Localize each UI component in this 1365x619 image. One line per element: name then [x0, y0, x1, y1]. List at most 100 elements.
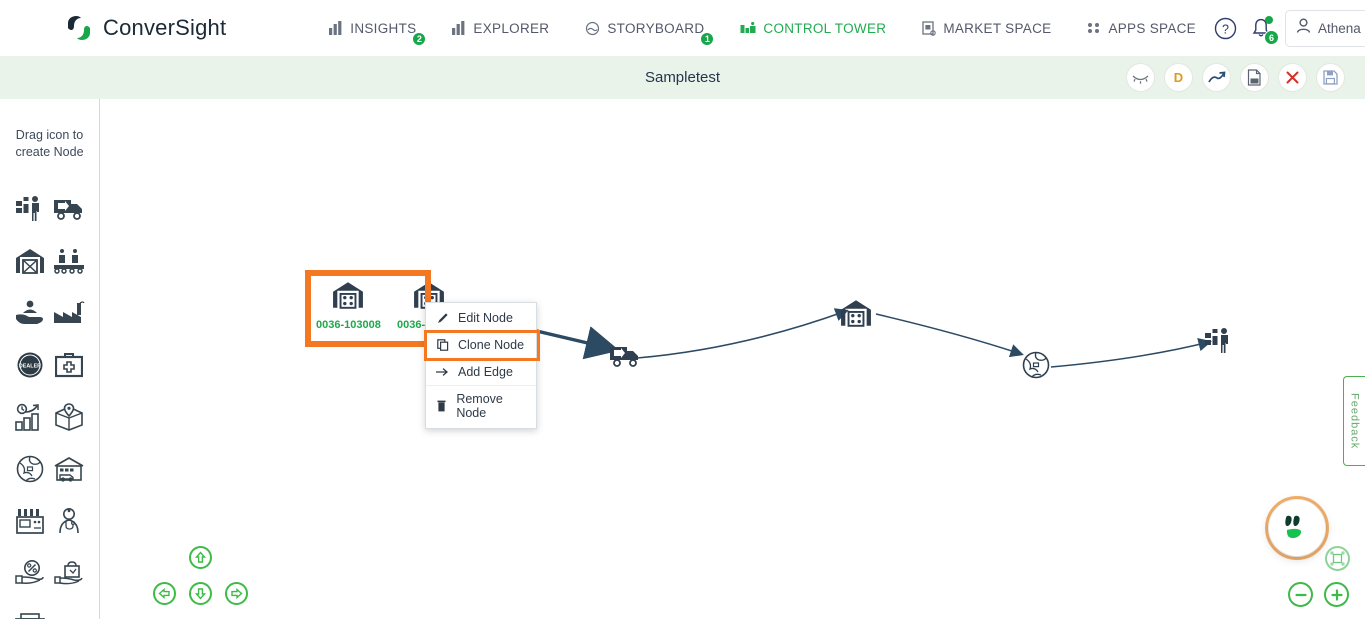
- nav-item-insights[interactable]: INSIGHTS 2: [311, 0, 434, 56]
- brand-logo[interactable]: ConverSight: [64, 13, 226, 43]
- edge: [875, 313, 1024, 358]
- edge: [1050, 337, 1212, 368]
- application-root: ConverSight INSIGHTS 2 EXPLORER STORYBOA…: [0, 0, 1365, 619]
- close-x-icon[interactable]: [1278, 63, 1307, 92]
- nav-item-control-tower[interactable]: CONTROL TOWER: [722, 0, 904, 56]
- page-title: Sampletest: [644, 69, 721, 86]
- nav-label: STORYBOARD: [607, 20, 705, 36]
- node-palette-sidebar: Drag icon to create Node DEALER: [0, 99, 100, 619]
- pan-left-icon[interactable]: [153, 582, 176, 605]
- nav-label: EXPLORER: [473, 20, 550, 36]
- subheader-toolbar: D: [1126, 63, 1345, 92]
- worker-boxes-icon[interactable]: [14, 193, 46, 225]
- edge: [636, 308, 849, 359]
- palette-row: DEALER: [0, 339, 99, 391]
- workspace-subheader: Sampletest D: [0, 56, 1365, 99]
- nav-item-apps-space[interactable]: APPS SPACE: [1069, 0, 1214, 56]
- assistant-avatar-icon[interactable]: [1269, 500, 1325, 556]
- context-menu-label: Edit Node: [458, 311, 513, 325]
- zoom-in-icon[interactable]: [1324, 582, 1349, 607]
- grid-dots-icon: [1087, 21, 1101, 35]
- help-circle-icon[interactable]: ?: [1214, 17, 1237, 40]
- distribution-center-icon[interactable]: [53, 453, 85, 485]
- zoom-out-icon[interactable]: [1288, 582, 1313, 607]
- doctor-icon[interactable]: [53, 505, 85, 537]
- nav-item-market-space[interactable]: MARKET SPACE: [904, 0, 1069, 56]
- bell-icon[interactable]: 6: [1251, 16, 1279, 45]
- graph-node-warehouse-1[interactable]: 0036-103008: [316, 281, 381, 331]
- graph-node-globe[interactable]: [1022, 351, 1050, 384]
- hide-icon[interactable]: [1126, 63, 1155, 92]
- fit-to-screen-icon[interactable]: [1325, 546, 1350, 571]
- control-panel-icon[interactable]: [14, 505, 46, 537]
- node-label: 0036-103008: [316, 319, 381, 331]
- globe-network-icon: [1022, 351, 1050, 384]
- user-menu-chip[interactable]: Athena: [1285, 9, 1365, 47]
- bar-chart-icon: [329, 21, 343, 35]
- context-menu-item-edit-node[interactable]: Edit Node: [426, 305, 536, 332]
- pdf-export-icon[interactable]: [1240, 63, 1269, 92]
- palette-icon-placeholder: [53, 609, 85, 619]
- palette-row: [0, 547, 99, 599]
- pencil-icon: [436, 312, 449, 324]
- save-disk-icon[interactable]: [1316, 63, 1345, 92]
- context-menu-label: Remove Node: [456, 392, 503, 420]
- printer-icon[interactable]: [14, 609, 46, 619]
- palette-row: [0, 443, 99, 495]
- svg-text:?: ?: [1222, 22, 1229, 36]
- nav-right-group: ? 6 Athena: [1214, 9, 1365, 47]
- flow-canvas[interactable]: 0036-103008 0036-103009: [101, 99, 1365, 619]
- discover-d-label: D: [1173, 70, 1184, 85]
- discount-hand-icon[interactable]: [14, 557, 46, 589]
- shopping-bag-hand-icon[interactable]: [53, 557, 85, 589]
- trend-up-icon[interactable]: [1202, 63, 1231, 92]
- nav-badge: 1: [700, 32, 715, 46]
- zoom-controls: [1288, 582, 1349, 607]
- palette-row: [0, 495, 99, 547]
- user-avatar-icon: [1296, 17, 1311, 39]
- factory-icon[interactable]: [53, 297, 85, 329]
- context-menu-label: Add Edge: [458, 365, 513, 379]
- discover-d-icon[interactable]: D: [1164, 63, 1193, 92]
- bar-chart-icon: [452, 21, 466, 35]
- feedback-tab[interactable]: Feedback: [1343, 376, 1365, 466]
- graph-node-worker[interactable]: [1204, 327, 1234, 360]
- copy-icon: [436, 339, 449, 351]
- palette-hint: Drag icon to create Node: [0, 99, 99, 161]
- context-menu-item-clone-node[interactable]: Clone Node: [424, 330, 540, 361]
- package-location-icon[interactable]: [53, 401, 85, 433]
- delivery-truck-icon[interactable]: [53, 193, 85, 225]
- worker-boxes-icon: [1204, 327, 1234, 360]
- assembly-line-icon[interactable]: [53, 245, 85, 277]
- svg-text:DEALER: DEALER: [19, 364, 41, 370]
- context-menu-item-add-edge[interactable]: Add Edge: [426, 359, 536, 386]
- trash-icon: [436, 400, 447, 412]
- conversight-logo-icon: [64, 13, 94, 43]
- graph-node-warehouse-3[interactable]: [840, 299, 872, 332]
- nav-item-explorer[interactable]: EXPLORER: [434, 0, 567, 56]
- pan-down-icon[interactable]: [189, 582, 212, 605]
- warehouse-icon[interactable]: [14, 245, 46, 277]
- pan-right-icon[interactable]: [225, 582, 248, 605]
- globe-network-icon[interactable]: [14, 453, 46, 485]
- palette-hint-line-2: create Node: [15, 145, 84, 159]
- nav-label: MARKET SPACE: [943, 20, 1052, 36]
- delivery-truck-icon: [609, 344, 641, 373]
- nav-badge: 2: [412, 32, 427, 46]
- analytics-growth-icon[interactable]: [14, 401, 46, 433]
- palette-grid: DEALER: [0, 183, 99, 619]
- hand-person-icon[interactable]: [14, 297, 46, 329]
- pan-up-icon[interactable]: [189, 546, 212, 569]
- top-navigation-bar: ConverSight INSIGHTS 2 EXPLORER STORYBOA…: [0, 0, 1365, 56]
- nav-item-storyboard[interactable]: STORYBOARD 1: [567, 0, 722, 56]
- cloud-icon: [585, 21, 600, 36]
- palette-row: [0, 235, 99, 287]
- medical-kit-icon[interactable]: [53, 349, 85, 381]
- palette-row: [0, 391, 99, 443]
- market-icon: [922, 20, 937, 36]
- dealer-badge-icon[interactable]: DEALER: [14, 349, 46, 381]
- control-tower-icon: [740, 21, 756, 36]
- graph-node-truck[interactable]: [609, 344, 641, 373]
- context-menu-item-remove-node[interactable]: Remove Node: [426, 386, 536, 426]
- node-context-menu[interactable]: Edit Node Clone Node Add Edge Remove Nod…: [424, 302, 540, 429]
